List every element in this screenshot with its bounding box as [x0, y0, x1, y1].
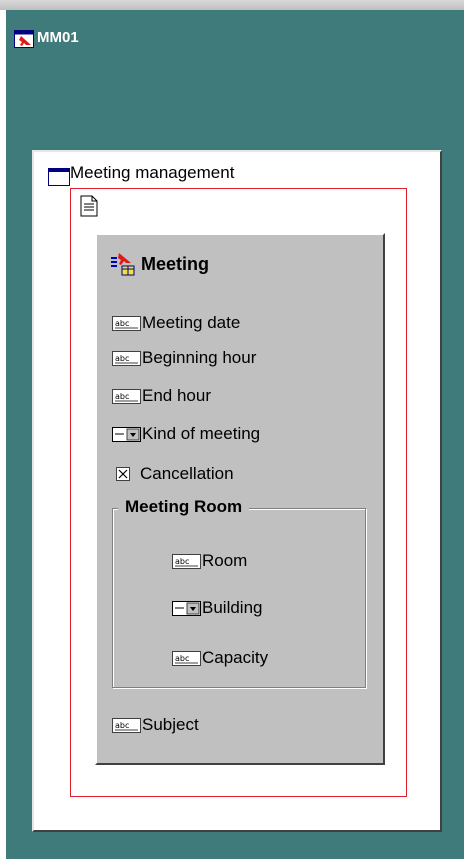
text-field-icon: abc	[172, 650, 201, 666]
field-label: Room	[202, 551, 248, 570]
field-label: Beginning hour	[142, 348, 257, 367]
field-building[interactable]: Building	[172, 597, 263, 619]
document-icon	[80, 195, 98, 217]
field-label: Subject	[142, 715, 199, 734]
text-field-icon: abc	[112, 717, 141, 733]
meeting-group-icon	[111, 253, 135, 276]
svg-text:abc: abc	[175, 557, 189, 566]
text-field-icon: abc	[112, 388, 141, 404]
field-cancellation[interactable]: Cancellation	[116, 463, 234, 485]
app-icon	[14, 30, 34, 48]
field-kind-of-meeting[interactable]: Kind of meeting	[112, 423, 260, 445]
app-title: MM01	[37, 29, 79, 46]
window-icon	[48, 168, 70, 186]
app-frame: MM01 Meeting management Meeting abc Meet…	[0, 0, 464, 859]
meeting-group-title: Meeting	[141, 254, 210, 274]
checkbox-icon	[116, 467, 130, 481]
field-meeting-date[interactable]: abc Meeting date	[112, 312, 240, 334]
field-end-hour[interactable]: abc End hour	[112, 385, 211, 407]
field-room[interactable]: abc Room	[172, 550, 247, 572]
field-label: Cancellation	[140, 464, 234, 483]
combo-box-icon	[172, 600, 201, 616]
field-label: Meeting date	[142, 313, 241, 332]
field-label: Building	[202, 598, 263, 617]
svg-text:abc: abc	[115, 392, 129, 401]
field-label: Capacity	[202, 648, 269, 667]
svg-text:abc: abc	[115, 721, 129, 730]
text-field-icon: abc	[112, 315, 141, 331]
window-top-strip	[0, 0, 464, 10]
svg-text:abc: abc	[115, 354, 129, 363]
field-beginning-hour[interactable]: abc Beginning hour	[112, 347, 256, 369]
svg-text:abc: abc	[115, 319, 129, 328]
field-subject[interactable]: abc Subject	[112, 714, 199, 736]
text-field-icon: abc	[172, 553, 201, 569]
svg-text:abc: abc	[175, 654, 189, 663]
combo-box-icon	[112, 426, 141, 442]
meeting-room-group-title: Meeting Room	[118, 497, 250, 517]
panel-title: Meeting management	[70, 163, 235, 182]
field-capacity[interactable]: abc Capacity	[172, 647, 268, 669]
field-label: Kind of meeting	[142, 424, 261, 443]
text-field-icon: abc	[112, 350, 141, 366]
field-label: End hour	[142, 386, 211, 405]
